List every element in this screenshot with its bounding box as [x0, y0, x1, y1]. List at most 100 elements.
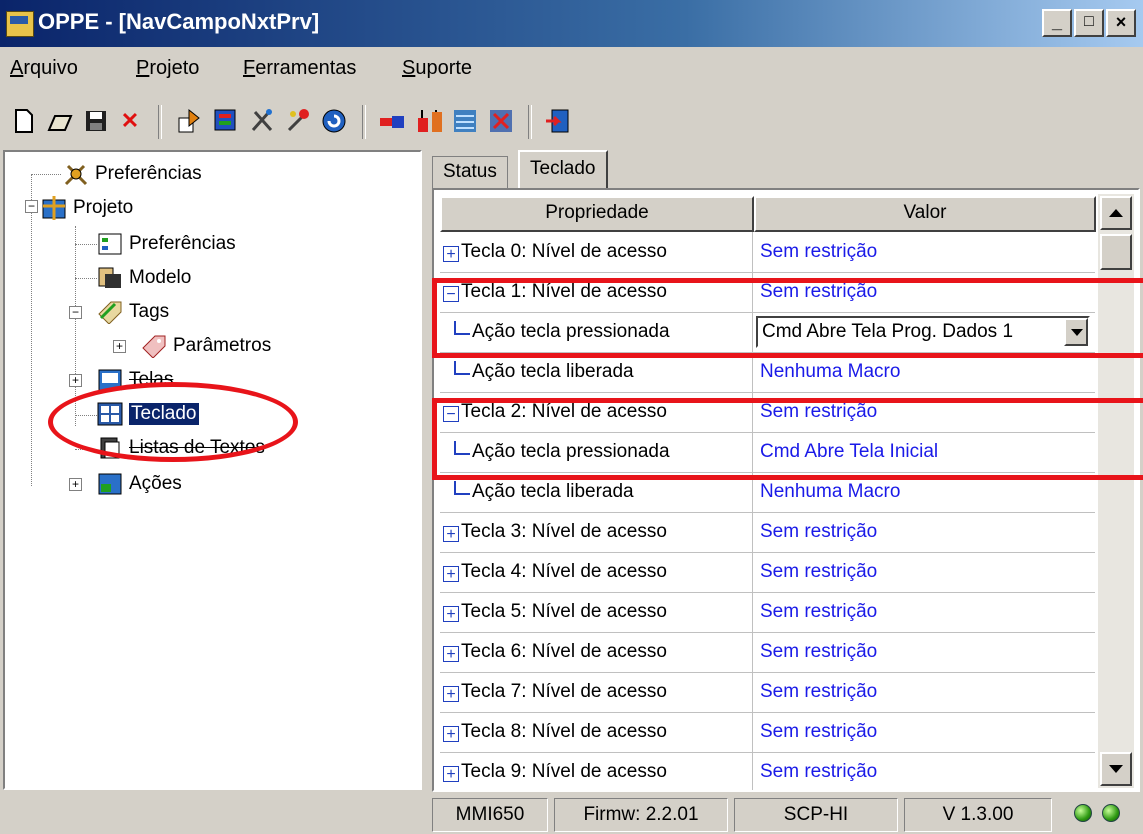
download-icon[interactable] — [416, 107, 444, 135]
grid-row[interactable]: + Tecla 8: Nível de acesso Sem restrição — [440, 712, 1095, 753]
value-cell[interactable]: Sem restrição — [754, 672, 1100, 712]
status-led-icon — [1074, 804, 1092, 822]
status-protocol: SCP-HI — [734, 798, 898, 832]
project-tree[interactable]: Preferências − Projeto Preferências Mode… — [3, 150, 422, 790]
column-header-valor[interactable]: Valor — [754, 196, 1096, 232]
scroll-up-button[interactable] — [1100, 196, 1132, 230]
value-cell[interactable]: Sem restrição — [754, 712, 1100, 752]
tools-icon[interactable] — [248, 107, 276, 135]
property-label: Tecla 0: Nível de acesso — [461, 241, 667, 262]
property-cell[interactable]: + Tecla 7: Nível de acesso — [440, 672, 753, 712]
menu-arquivo[interactable]: Arquivo — [10, 57, 78, 80]
value-cell[interactable]: Nenhuma Macro — [754, 352, 1100, 392]
tree-item-tags[interactable]: Tags — [97, 298, 169, 326]
property-cell[interactable]: + Tecla 8: Nível de acesso — [440, 712, 753, 752]
expand-icon[interactable]: + — [443, 646, 459, 663]
expand-toggle[interactable]: + — [113, 340, 126, 353]
property-cell[interactable]: + Tecla 6: Nível de acesso — [440, 632, 753, 672]
value-text: Nenhuma Macro — [760, 361, 901, 382]
tab-status[interactable]: Status — [432, 156, 508, 188]
grid-row[interactable]: + Tecla 6: Nível de acesso Sem restrição — [440, 632, 1095, 673]
actions-icon — [97, 472, 123, 496]
value-cell[interactable]: Sem restrição — [754, 552, 1100, 592]
expand-icon[interactable]: + — [443, 246, 459, 263]
export-icon[interactable] — [212, 107, 240, 135]
grid-row[interactable]: + Tecla 3: Nível de acesso Sem restrição — [440, 512, 1095, 553]
column-header-propriedade[interactable]: Propriedade — [440, 196, 754, 232]
expand-icon[interactable]: + — [443, 766, 459, 783]
collapse-toggle[interactable]: − — [69, 306, 82, 319]
value-text: Sem restrição — [760, 601, 878, 622]
new-file-icon[interactable] — [10, 107, 38, 135]
save-icon[interactable] — [82, 107, 110, 135]
property-cell[interactable]: + Tecla 4: Nível de acesso — [440, 552, 753, 592]
property-cell[interactable]: + Tecla 0: Nível de acesso — [440, 232, 753, 272]
property-label: Tecla 3: Nível de acesso — [461, 521, 667, 542]
collapse-toggle[interactable]: − — [25, 200, 38, 213]
value-text: Sem restrição — [760, 761, 878, 782]
scroll-thumb[interactable] — [1100, 234, 1132, 270]
tree-label: Ações — [129, 473, 182, 494]
menu-suporte[interactable]: Suporte — [402, 57, 472, 80]
value-cell[interactable]: Sem restrição — [754, 512, 1100, 552]
grid-row[interactable]: + Tecla 4: Nível de acesso Sem restrição — [440, 552, 1095, 593]
open-folder-icon[interactable] — [46, 107, 74, 135]
grid-row[interactable]: + Tecla 9: Nível de acesso Sem restrição — [440, 752, 1095, 790]
expand-icon[interactable]: + — [443, 606, 459, 623]
close-button[interactable]: × — [1106, 9, 1136, 37]
property-cell[interactable]: + Tecla 9: Nível de acesso — [440, 752, 753, 790]
menu-projeto[interactable]: Projeto — [136, 57, 199, 80]
value-cell[interactable]: Sem restrição — [754, 592, 1100, 632]
expand-toggle[interactable]: + — [69, 478, 82, 491]
parameters-icon — [141, 334, 167, 359]
upload-icon[interactable] — [452, 107, 480, 135]
tags-icon — [97, 300, 123, 325]
property-cell[interactable]: + Tecla 5: Nível de acesso — [440, 592, 753, 632]
value-cell[interactable]: Sem restrição — [754, 752, 1100, 790]
annotation-circle — [48, 382, 298, 462]
title-bar: OPPE - [NavCampoNxtPrv] _ □ × — [0, 0, 1143, 47]
exit-icon[interactable] — [544, 107, 572, 135]
menu-ferramentas[interactable]: Ferramentas — [243, 57, 356, 80]
app-icon[interactable] — [6, 11, 34, 37]
grid-row[interactable]: + Tecla 5: Nível de acesso Sem restrição — [440, 592, 1095, 633]
import-icon[interactable] — [176, 107, 204, 135]
tree-item-acoes[interactable]: Ações — [97, 470, 182, 498]
property-cell[interactable]: Ação tecla liberada — [440, 352, 753, 392]
tree-item-preferencias-root[interactable]: Preferências — [63, 160, 202, 188]
expand-icon[interactable]: + — [443, 686, 459, 703]
scroll-down-button[interactable] — [1100, 752, 1132, 786]
tree-line — [31, 174, 61, 175]
tree-item-modelo[interactable]: Modelo — [97, 264, 191, 292]
tree-label: Parâmetros — [173, 335, 272, 356]
connect-icon[interactable] — [378, 107, 406, 135]
property-cell[interactable]: + Tecla 3: Nível de acesso — [440, 512, 753, 552]
expand-icon[interactable]: + — [443, 526, 459, 543]
tab-teclado[interactable]: Teclado — [518, 150, 608, 188]
status-bar: MMI650 Firmw: 2.2.01 SCP-HI V 1.3.00 — [0, 794, 1143, 834]
minimize-button[interactable]: _ — [1042, 9, 1072, 37]
grid-row[interactable]: + Tecla 0: Nível de acesso Sem restrição — [440, 232, 1095, 273]
settings-list-icon — [97, 232, 123, 256]
grid-row[interactable]: Ação tecla liberada Nenhuma Macro — [440, 352, 1095, 393]
tree-label: Preferências — [95, 163, 202, 184]
grid-row[interactable]: + Tecla 7: Nível de acesso Sem restrição — [440, 672, 1095, 713]
expand-toggle[interactable]: + — [69, 374, 82, 387]
compare-icon[interactable] — [488, 107, 516, 135]
expand-icon[interactable]: + — [443, 566, 459, 583]
toolbar: ✕ — [0, 95, 1143, 145]
refresh-icon[interactable] — [320, 107, 348, 135]
tree-line — [75, 244, 97, 245]
tree-label: Tags — [129, 301, 170, 322]
tree-item-preferencias[interactable]: Preferências — [97, 230, 236, 258]
value-cell[interactable]: Sem restrição — [754, 632, 1100, 672]
expand-icon[interactable]: + — [443, 726, 459, 743]
tree-item-projeto[interactable]: Projeto — [41, 194, 133, 222]
wizard-icon[interactable] — [284, 107, 312, 135]
property-label: Tecla 9: Nível de acesso — [461, 761, 667, 782]
delete-icon[interactable]: ✕ — [116, 107, 144, 135]
value-cell[interactable]: Sem restrição — [754, 232, 1100, 272]
menu-arquivo-label: rquivo — [23, 57, 78, 79]
maximize-button[interactable]: □ — [1074, 9, 1104, 37]
tree-item-parametros[interactable]: Parâmetros — [141, 332, 271, 360]
